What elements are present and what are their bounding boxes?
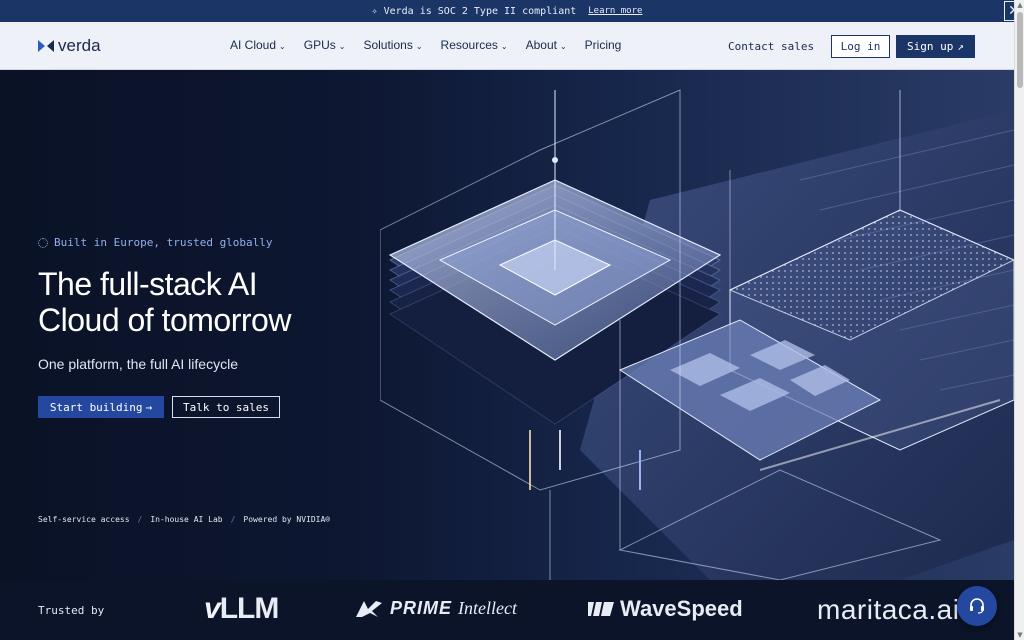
site-header: verda AI Cloud ⌄ GPUs ⌄ Solutions ⌄ Reso… [0, 22, 1014, 70]
nav-label: Resources [440, 38, 498, 52]
vllm-logo-text: LLM [219, 592, 280, 625]
nav-label: Pricing [584, 38, 622, 52]
nav-label: Solutions [363, 38, 413, 52]
hero-illustration [380, 89, 1014, 580]
vllm-logo: v LLM [204, 592, 280, 626]
contact-sales-link[interactable]: Contact sales [728, 40, 814, 53]
wavespeed-logo-text: WaveSpeed [620, 596, 743, 621]
wavespeed-logo: WaveSpeed [588, 596, 743, 622]
main-nav: AI Cloud ⌄ GPUs ⌄ Solutions ⌄ Resources … [230, 38, 621, 52]
maritaca-logo: maritaca.ai [817, 594, 960, 625]
headset-icon [970, 598, 984, 614]
trusted-by-strip: Trusted by v LLM PRIME Intellect WaveSpe… [0, 580, 1014, 640]
chevron-down-icon: ⌄ [279, 41, 286, 51]
signup-label: Sign up [907, 40, 954, 53]
prime-logo-text: PRIME [390, 598, 453, 618]
verda-mark-icon [38, 40, 54, 52]
banner-text: Verda is SOC 2 Type II compliant [383, 5, 577, 17]
chevron-down-icon: ⌄ [338, 41, 346, 51]
talk-to-sales-button[interactable]: Talk to sales [172, 396, 280, 418]
hero-tag: Built in Europe, trusted globally [38, 236, 273, 249]
hero-section: Built in Europe, trusted globally The fu… [0, 70, 1014, 580]
feature-item: Self-service access [38, 515, 130, 524]
login-button[interactable]: Log in [831, 35, 890, 58]
hero-tag-text: Built in Europe, trusted globally [54, 236, 273, 249]
learn-more-link[interactable]: Learn more [588, 6, 642, 16]
support-chat-button[interactable] [957, 586, 997, 626]
feature-separator: / [230, 515, 236, 524]
chevron-down-icon: ⌄ [500, 41, 508, 51]
scroll-up-icon[interactable]: ▲ [1016, 0, 1024, 10]
chevron-down-icon: ⌄ [415, 41, 423, 51]
prime-intellect-logo: PRIME Intellect [354, 598, 517, 619]
arrow-right-icon: → [145, 400, 153, 414]
scroll-down-icon[interactable]: ▼ [1016, 630, 1024, 640]
hero-title-line1: The full-stack AI [38, 266, 258, 302]
nav-solutions[interactable]: Solutions ⌄ [363, 38, 422, 52]
logo-text: verda [58, 36, 101, 55]
feature-separator: / [137, 515, 143, 524]
sparkle-icon: ✧ [371, 5, 378, 17]
announcement-banner: ✧ Verda is SOC 2 Type II compliant Learn… [0, 0, 1014, 22]
nav-label: About [525, 38, 557, 52]
feature-item: Powered by NVIDIA® [243, 515, 331, 524]
nav-resources[interactable]: Resources ⌄ [441, 38, 508, 52]
start-building-button[interactable]: Start building → [38, 396, 164, 418]
nav-ai-cloud[interactable]: AI Cloud ⌄ [230, 38, 286, 52]
start-building-label: Start building [49, 400, 143, 414]
trusted-by-label: Trusted by [38, 604, 105, 617]
hero-title: The full-stack AI Cloud of tomorrow [38, 266, 378, 338]
signup-button[interactable]: Sign up ↗ [896, 35, 975, 58]
nav-label: GPUs [303, 38, 336, 52]
globe-dotted-icon [38, 237, 48, 248]
vllm-logo-v: v [204, 592, 221, 625]
intellect-logo-text: Intellect [458, 598, 517, 618]
hero-subtitle: One platform, the full AI lifecycle [38, 356, 238, 372]
chevron-down-icon: ⌄ [559, 41, 567, 51]
hero-title-line2: Cloud of tomorrow [38, 302, 291, 338]
scrollbar-thumb[interactable] [1017, 12, 1023, 88]
wavespeed-mark-icon [588, 602, 614, 616]
nav-pricing[interactable]: Pricing [585, 38, 622, 52]
prime-mark-icon [356, 600, 382, 617]
nav-gpus[interactable]: GPUs ⌄ [304, 38, 346, 52]
arrow-up-right-icon: ↗ [957, 40, 964, 53]
nav-label: AI Cloud [230, 38, 277, 52]
nav-about[interactable]: About ⌄ [526, 38, 567, 52]
page-scrollbar[interactable]: ▲ ▼ [1014, 0, 1024, 640]
feature-list: Self-service access / In-house AI Lab / … [38, 515, 330, 524]
feature-item: In-house AI Lab [150, 515, 223, 524]
verda-logo[interactable]: verda [38, 36, 101, 56]
